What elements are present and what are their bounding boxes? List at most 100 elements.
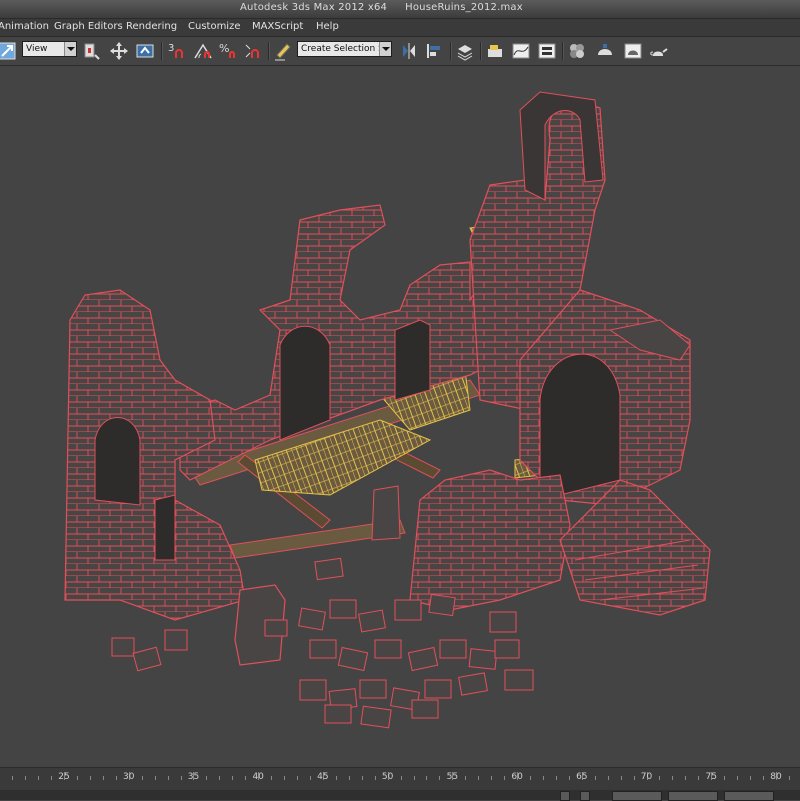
timeline-tick [374,776,376,780]
timeline-tick [284,776,286,780]
manage-layers-button[interactable] [454,40,476,62]
timeline-tick [141,776,143,780]
mirror-button[interactable] [398,40,420,62]
move-arrows-icon [110,42,128,60]
menu-animation[interactable]: Animation [0,21,49,32]
timeline-tick [594,776,596,780]
align-button[interactable] [424,40,446,62]
render-setup-icon [598,44,612,55]
timeline-tick [491,776,493,780]
angle-snap-button[interactable] [192,40,214,62]
pivot-icon [84,43,100,60]
timeline-frame-label: 30 [122,772,135,782]
schematic-view-button[interactable] [536,40,558,62]
app-title: Autodesk 3ds Max 2012 x64 [240,2,388,13]
teapot-icon [650,48,668,56]
timeline-tick [51,776,53,780]
file-name: HouseRuins_2012.max [405,2,523,13]
house-ruins-model [64,91,711,729]
timeline-tick [750,776,752,780]
curve-editor-icon [512,43,530,59]
timeline-tick [659,776,661,780]
reference-coordinate-dropdown[interactable]: View [22,41,77,57]
timeline-tick [426,776,428,780]
timeline-tick [245,776,247,780]
toolbar-separator [480,42,481,60]
reference-coordinate-value: View [26,44,48,54]
center-front-wall [371,469,571,611]
spinner-snap-button[interactable] [242,40,264,62]
timeline-tick [620,776,622,780]
timeline-tick [271,776,273,780]
timeline-tick [400,776,402,780]
timeline-frame-label: 70 [640,772,653,782]
menu-bar: Animation Graph Editors Rendering Custom… [0,19,800,37]
perspective-viewport[interactable] [0,66,800,766]
menu-rendering[interactable]: Rendering [126,21,177,32]
snaps-toggle-button[interactable]: 3 [166,40,188,62]
pencil-abc-icon [275,43,291,61]
edit-named-selection-button[interactable] [272,40,294,62]
render-production-button[interactable] [648,40,670,62]
timeline-tick [232,776,234,780]
timeline-tick [413,776,415,780]
select-and-manipulate-button[interactable] [108,40,130,62]
time-slider-trackbar[interactable]: 25 30 35 40 45 50 55 60 65 70 75 80 [0,767,800,790]
timeline-tick [542,776,544,780]
timeline-frame-label: 25 [58,772,70,782]
timeline-tick [12,776,14,780]
curve-editor-button[interactable] [510,40,532,62]
toolbar-separator [268,42,269,60]
timeline-tick [102,776,104,780]
timeline-frame-label: 55 [446,772,459,782]
menu-maxscript[interactable]: MAXScript [252,21,303,32]
timeline-tick [154,776,156,780]
timeline-frame-label: 65 [576,772,588,782]
timeline-tick [297,776,299,780]
timeline-frame-label: 45 [317,772,329,782]
toolbar-separator [450,42,451,60]
timeline-tick [206,776,208,780]
angle-snap-icon [194,43,212,59]
menu-customize[interactable]: Customize [188,21,241,32]
percent-snap-button[interactable]: % [218,40,240,62]
timeline-tick [89,776,91,780]
named-selection-dropdown[interactable]: Create Selection Se [297,41,392,57]
pivot-center-button[interactable] [80,40,102,62]
spinner-snap-icon [245,44,259,58]
timeline-tick [737,776,739,780]
timeline-tick [607,776,609,780]
timeline-tick [76,776,78,780]
timeline-tick [568,776,570,780]
timeline-frame-label: 75 [705,772,717,782]
select-and-scale-button[interactable] [0,40,18,62]
material-editor-icon [570,44,584,58]
timeline-tick [335,776,337,780]
timeline-tick [478,776,480,780]
rendered-frame-window-button[interactable] [622,40,644,62]
timeline-tick [555,776,557,780]
main-toolbar: View 3 % Create Selection Se [0,37,800,66]
timeline-frame-label: 40 [252,772,264,782]
rendered-frame-icon [624,43,642,59]
timeline-tick [167,776,169,780]
render-setup-button[interactable] [594,40,616,62]
scale-icon [0,42,16,60]
toolbar-separator [562,42,563,60]
menu-help[interactable]: Help [316,21,339,32]
keyboard-shortcut-override-button[interactable] [134,40,156,62]
menu-graph-editors[interactable]: Graph Editors [54,21,123,32]
timeline-tick [763,776,765,780]
timeline-tick [180,776,182,780]
timeline-tick [38,776,40,780]
graphite-modeling-tools-button[interactable] [484,40,506,62]
timeline-tick [672,776,674,780]
timeline-tick [724,776,726,780]
timeline-tick [504,776,506,780]
schematic-icon [538,43,556,59]
keyboard-icon [136,44,154,58]
material-editor-button[interactable] [566,40,588,62]
layers-icon [457,45,473,61]
percent-snap-label: % [219,42,229,55]
window-title: Autodesk 3ds Max 2012 x64 HouseRuins_2012… [240,2,523,13]
